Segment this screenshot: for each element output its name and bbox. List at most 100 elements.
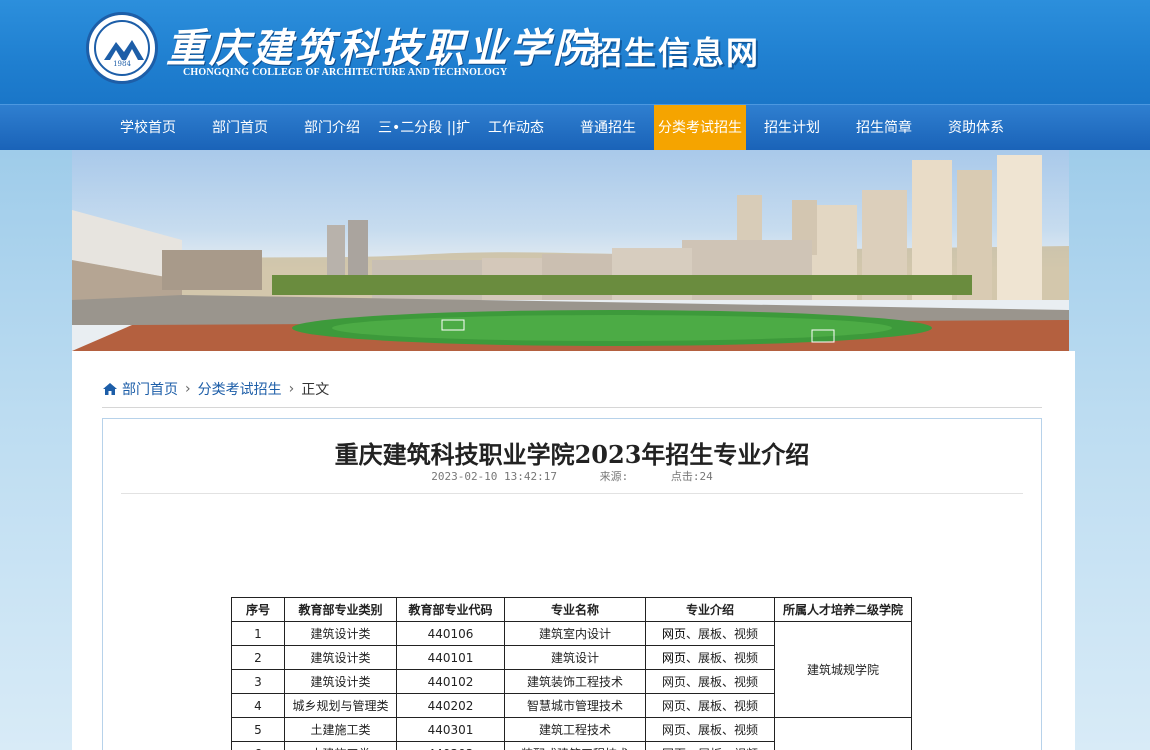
table-row: 1 建筑设计类 440106 建筑室内设计 网页、展板、视频 建筑城规学院 xyxy=(231,621,912,718)
breadcrumb: 部门首页 › 分类考试招生 › 正文 xyxy=(102,379,329,399)
link-webpage[interactable]: 网页 xyxy=(662,651,686,665)
nav-item-3-2-segment[interactable]: 三•二分段 ||扩 xyxy=(378,105,470,151)
link-separator: 、 xyxy=(685,651,698,665)
column-header-no: 序号 xyxy=(231,597,285,622)
main-content: 部门首页 › 分类考试招生 › 正文 重庆建筑科技职业学院2023年招生专业介绍… xyxy=(72,351,1075,750)
breadcrumb-dept-home[interactable]: 部门首页 xyxy=(122,379,178,399)
cell-intro-links: 网页、展板、视频 xyxy=(645,741,775,750)
site-header: 1984 重庆建筑科技职业学院 CHONGQING COLLEGE OF ARC… xyxy=(0,0,1150,104)
article-clicks: 点击:24 xyxy=(671,470,713,483)
nav-item-general-admission[interactable]: 普通招生 xyxy=(562,105,654,151)
cell-category: 土建施工类 xyxy=(284,717,397,742)
link-separator: 、 xyxy=(685,699,698,713)
cell-category: 建筑设计类 xyxy=(284,645,397,670)
meta-divider xyxy=(121,493,1023,494)
article-title: 重庆建筑科技职业学院2023年招生专业介绍 xyxy=(334,440,810,469)
cell-major-name: 建筑室内设计 xyxy=(504,621,646,646)
school-name-cn: 重庆建筑科技职业学院 xyxy=(166,25,596,72)
cell-code: 440301 xyxy=(396,717,505,742)
cell-category: 城乡规划与管理类 xyxy=(284,693,397,718)
link-separator: 、 xyxy=(722,723,735,737)
cell-intro-links: 网页、展板、视频 xyxy=(645,717,775,742)
link-video[interactable]: 视频 xyxy=(734,651,758,665)
article-source-label: 来源: xyxy=(599,470,629,483)
logo-emblem: 1984 xyxy=(94,20,150,76)
campus-illustration xyxy=(72,155,1069,351)
cell-college: 建筑城规学院 xyxy=(774,621,912,718)
table-row: 5 土建施工类 440301 建筑工程技术 网页、展板、视频 xyxy=(231,717,912,750)
article-clicks-value: 24 xyxy=(699,470,713,483)
site-name: 招生信息网 xyxy=(590,34,761,72)
link-separator: 、 xyxy=(722,699,735,713)
cell-category: 土建施工类 xyxy=(284,741,397,750)
link-webpage[interactable]: 网页 xyxy=(662,699,686,713)
cell-intro-links: 网页、展板、视频 xyxy=(645,621,775,646)
nav-item-financial-aid[interactable]: 资助体系 xyxy=(930,105,1022,151)
link-video[interactable]: 视频 xyxy=(734,675,758,689)
nav-item-classified-exam[interactable]: 分类考试招生 xyxy=(654,105,746,151)
cell-no: 2 xyxy=(231,645,285,670)
cell-category: 建筑设计类 xyxy=(284,621,397,646)
link-video[interactable]: 视频 xyxy=(734,723,758,737)
link-webpage[interactable]: 网页 xyxy=(662,723,686,737)
school-logo[interactable]: 1984 xyxy=(86,12,158,84)
link-board[interactable]: 展板 xyxy=(698,675,722,689)
nav-item-school-home[interactable]: 学校首页 xyxy=(102,105,194,151)
cell-intro-links: 网页、展板、视频 xyxy=(645,693,775,718)
column-header-code: 教育部专业代码 xyxy=(396,597,505,622)
cell-category: 建筑设计类 xyxy=(284,669,397,694)
breadcrumb-divider xyxy=(102,407,1042,408)
nav-item-dept-intro[interactable]: 部门介绍 xyxy=(286,105,378,151)
main-nav: 学校首页 部门首页 部门介绍 三•二分段 ||扩 工作动态 普通招生 分类考试招… xyxy=(0,104,1150,151)
cell-major-name: 建筑装饰工程技术 xyxy=(504,669,646,694)
breadcrumb-current: 正文 xyxy=(301,382,330,398)
column-header-college: 所属人才培养二级学院 xyxy=(774,597,912,622)
cell-no: 6 xyxy=(231,741,285,750)
table-header-row: 序号 教育部专业类别 教育部专业代码 专业名称 专业介绍 所属人才培养二级学院 xyxy=(231,597,912,622)
cell-code: 440101 xyxy=(396,645,505,670)
cell-college xyxy=(774,717,912,750)
cell-intro-links: 网页、展板、视频 xyxy=(645,645,775,670)
cell-major-name: 装配式建筑工程技术 xyxy=(504,741,646,750)
link-video[interactable]: 视频 xyxy=(734,699,758,713)
cell-no: 5 xyxy=(231,717,285,742)
cell-major-name: 建筑设计 xyxy=(504,645,646,670)
link-separator: 、 xyxy=(685,675,698,689)
logo-year: 1984 xyxy=(113,60,131,68)
article-container: 重庆建筑科技职业学院2023年招生专业介绍 2023-02-10 13:42:1… xyxy=(102,418,1042,750)
link-board[interactable]: 展板 xyxy=(698,627,722,641)
nav-item-news[interactable]: 工作动态 xyxy=(470,105,562,151)
majors-table: 序号 教育部专业类别 教育部专业代码 专业名称 专业介绍 所属人才培养二级学院 … xyxy=(231,597,912,750)
nav-item-dept-home[interactable]: 部门首页 xyxy=(194,105,286,151)
link-board[interactable]: 展板 xyxy=(698,651,722,665)
link-separator: 、 xyxy=(685,627,698,641)
link-board[interactable]: 展板 xyxy=(698,723,722,737)
article-meta: 2023-02-10 13:42:17 来源: 点击:24 xyxy=(103,468,1041,484)
breadcrumb-classified-exam[interactable]: 分类考试招生 xyxy=(198,379,282,399)
cell-no: 4 xyxy=(231,693,285,718)
link-webpage[interactable]: 网页 xyxy=(662,675,686,689)
link-video[interactable]: 视频 xyxy=(734,627,758,641)
link-separator: 、 xyxy=(685,723,698,737)
nav-item-enrollment-plan[interactable]: 招生计划 xyxy=(746,105,838,151)
cell-major-name: 智慧城市管理技术 xyxy=(504,693,646,718)
link-webpage[interactable]: 网页 xyxy=(662,627,686,641)
column-header-category: 教育部专业类别 xyxy=(284,597,397,622)
cell-code: 440303 xyxy=(396,741,505,750)
column-header-major-name: 专业名称 xyxy=(504,597,646,622)
link-board[interactable]: 展板 xyxy=(698,699,722,713)
cell-intro-links: 网页、展板、视频 xyxy=(645,669,775,694)
cell-no: 3 xyxy=(231,669,285,694)
link-separator: 、 xyxy=(722,651,735,665)
school-name-en: CHONGQING COLLEGE OF ARCHITECTURE AND TE… xyxy=(183,67,508,78)
column-header-intro: 专业介绍 xyxy=(645,597,775,622)
link-separator: 、 xyxy=(722,627,735,641)
home-icon[interactable] xyxy=(102,382,118,396)
chevron-right-icon: › xyxy=(288,381,295,397)
cell-no: 1 xyxy=(231,621,285,646)
nav-item-brochure[interactable]: 招生简章 xyxy=(838,105,930,151)
cell-code: 440106 xyxy=(396,621,505,646)
cell-code: 440202 xyxy=(396,693,505,718)
campus-banner-image xyxy=(72,150,1069,351)
article-clicks-label: 点击: xyxy=(670,470,700,483)
